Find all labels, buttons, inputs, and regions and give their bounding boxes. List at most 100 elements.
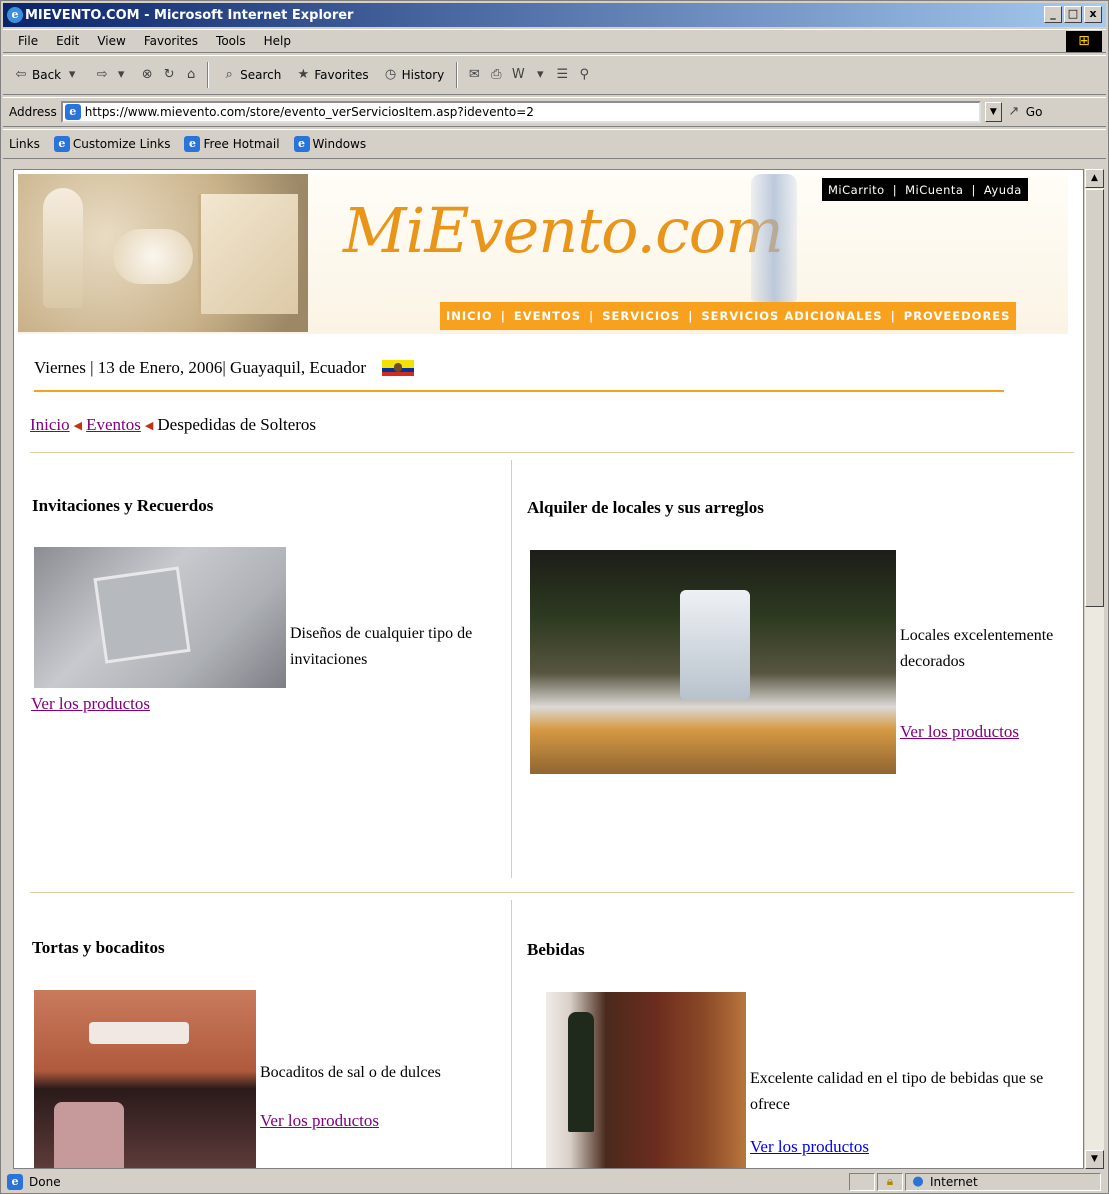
menu-help[interactable]: Help: [255, 34, 300, 48]
scroll-down-button[interactable]: ▼: [1085, 1150, 1104, 1169]
status-panel: [849, 1173, 875, 1191]
menu-file[interactable]: File: [9, 34, 47, 48]
nav-separator: |: [892, 182, 898, 197]
triangle-left-icon: ◀: [144, 419, 154, 432]
ver-productos-link[interactable]: Ver los productos: [900, 722, 1019, 741]
nav-eventos[interactable]: EVENTOS: [514, 309, 581, 323]
link-free-hotmail[interactable]: e Free Hotmail: [184, 136, 280, 152]
maximize-button[interactable]: □: [1064, 6, 1082, 23]
nav-micarrito[interactable]: MiCarrito: [828, 183, 885, 197]
menu-edit[interactable]: Edit: [47, 34, 88, 48]
chevron-down-icon: ▾: [117, 67, 125, 82]
forward-arrow-icon: ⇨: [96, 67, 108, 82]
service-title: Bebidas: [527, 940, 585, 959]
search-label: Search: [240, 68, 282, 82]
mail-icon[interactable]: ✉: [466, 67, 482, 83]
refresh-icon[interactable]: ↻: [161, 67, 177, 83]
favorites-button[interactable]: ★ Favorites: [291, 67, 372, 83]
cakes-image[interactable]: [34, 990, 256, 1168]
home-icon[interactable]: ⌂: [183, 67, 199, 83]
site-banner: MiEvento.com MiCarrito | MiCuenta | Ayud…: [18, 174, 1068, 334]
breadcrumb-inicio[interactable]: Inicio: [30, 415, 70, 435]
service-description: Diseños de cualquier tipo de invitacione…: [290, 625, 473, 668]
service-card: Bebidas: [527, 940, 1067, 960]
address-url: https://www.mievento.com/store/evento_ve…: [84, 105, 534, 119]
link-label: Windows: [312, 137, 367, 151]
service-title: Invitaciones y Recuerdos: [32, 496, 214, 515]
ie-page-icon: e: [184, 136, 201, 152]
go-arrow-icon[interactable]: ↗: [1006, 104, 1022, 120]
ver-productos-link[interactable]: Ver los productos: [260, 1111, 379, 1130]
beverages-image[interactable]: [546, 992, 746, 1168]
nav-proveedores[interactable]: PROVEEDORES: [904, 309, 1011, 323]
menu-favorites[interactable]: Favorites: [135, 34, 207, 48]
menu-view[interactable]: View: [88, 34, 134, 48]
links-label: Links: [9, 137, 40, 151]
nav-separator: |: [890, 309, 896, 323]
back-label: Back: [32, 68, 62, 82]
history-label: History: [401, 68, 445, 82]
address-label: Address: [9, 105, 57, 119]
title-bar: e MIEVENTO.COM - Microsoft Internet Expl…: [3, 3, 1106, 27]
address-input[interactable]: e https://www.mievento.com/store/evento_…: [60, 101, 981, 123]
back-button[interactable]: ⇦ Back ▾: [9, 67, 84, 83]
address-bar: Address e https://www.mievento.com/store…: [3, 97, 1106, 127]
link-customize-links[interactable]: e Customize Links: [53, 136, 171, 152]
globe-icon: ●: [912, 1174, 924, 1189]
discuss-icon[interactable]: ☰: [554, 67, 570, 83]
site-logo[interactable]: MiEvento.com: [343, 194, 784, 267]
menu-tools[interactable]: Tools: [207, 34, 255, 48]
link-label: Customize Links: [72, 137, 171, 151]
breadcrumb-eventos[interactable]: Eventos: [86, 415, 141, 435]
divider: [511, 460, 512, 878]
nav-micuenta[interactable]: MiCuenta: [905, 183, 963, 197]
divider: [511, 900, 512, 1168]
breadcrumb-current: Despedidas de Solteros: [157, 415, 317, 434]
vertical-scrollbar[interactable]: ▲ ▼: [1084, 169, 1104, 1169]
standard-toolbar: ⇦ Back ▾ ⇨ ▾ ⊗ ↻ ⌂ ⌕ Search ★ Favorites …: [3, 55, 1106, 95]
history-icon: ◷: [384, 67, 397, 82]
browser-window: e MIEVENTO.COM - Microsoft Internet Expl…: [0, 0, 1109, 1194]
nav-servicios[interactable]: SERVICIOS: [602, 309, 680, 323]
ecuador-flag-icon: [382, 360, 414, 376]
link-label: Free Hotmail: [203, 137, 280, 151]
service-card: Alquiler de locales y sus arreglos: [527, 498, 1067, 518]
messenger-icon[interactable]: ⚲: [576, 67, 592, 83]
service-description: Excelente calidad en el tipo de bebidas …: [750, 1070, 1044, 1113]
nav-ayuda[interactable]: Ayuda: [984, 183, 1022, 197]
minimize-button[interactable]: _: [1044, 6, 1062, 23]
ver-productos-link[interactable]: Ver los productos: [750, 1137, 869, 1156]
nav-separator: |: [500, 309, 506, 323]
scroll-up-button[interactable]: ▲: [1085, 169, 1104, 188]
forward-button[interactable]: ⇨ ▾: [90, 67, 133, 83]
link-windows[interactable]: e Windows: [293, 136, 367, 152]
chevron-down-icon[interactable]: ▾: [532, 67, 548, 83]
invitations-image[interactable]: [34, 547, 286, 688]
service-description: Bocaditos de sal o de dulces: [260, 1064, 441, 1081]
stop-icon[interactable]: ⊗: [139, 67, 155, 83]
service-card: Invitaciones y Recuerdos: [32, 496, 492, 516]
scroll-thumb[interactable]: [1085, 189, 1104, 607]
edit-word-icon[interactable]: W: [510, 67, 526, 83]
main-nav: INICIO | EVENTOS | SERVICIOS | SERVICIOS…: [440, 302, 1017, 330]
search-button[interactable]: ⌕ Search: [217, 67, 285, 83]
venue-image[interactable]: [530, 550, 896, 774]
ver-productos-link[interactable]: Ver los productos: [31, 694, 150, 713]
service-description: Locales excelentemente decorados: [900, 627, 1054, 670]
go-button[interactable]: Go: [1026, 105, 1043, 119]
ie-page-icon: e: [293, 136, 310, 152]
windows-logo-icon: ⊞: [1066, 31, 1102, 52]
address-dropdown-button[interactable]: ▼: [984, 102, 1002, 122]
nav-servicios-adicionales[interactable]: SERVICIOS ADICIONALES: [701, 309, 882, 323]
triangle-left-icon: ◀: [73, 419, 83, 432]
nav-inicio[interactable]: INICIO: [446, 309, 493, 323]
close-button[interactable]: x: [1084, 6, 1102, 23]
divider: [30, 892, 1074, 893]
divider: [34, 390, 1004, 392]
date-location: Viernes | 13 de Enero, 2006| Guayaquil, …: [34, 358, 414, 378]
page-icon: e: [64, 104, 81, 120]
history-button[interactable]: ◷ History: [379, 67, 449, 83]
zone-panel: ● Internet: [905, 1173, 1101, 1191]
print-icon[interactable]: ⎙: [488, 67, 504, 83]
favorites-icon: ★: [297, 67, 310, 82]
